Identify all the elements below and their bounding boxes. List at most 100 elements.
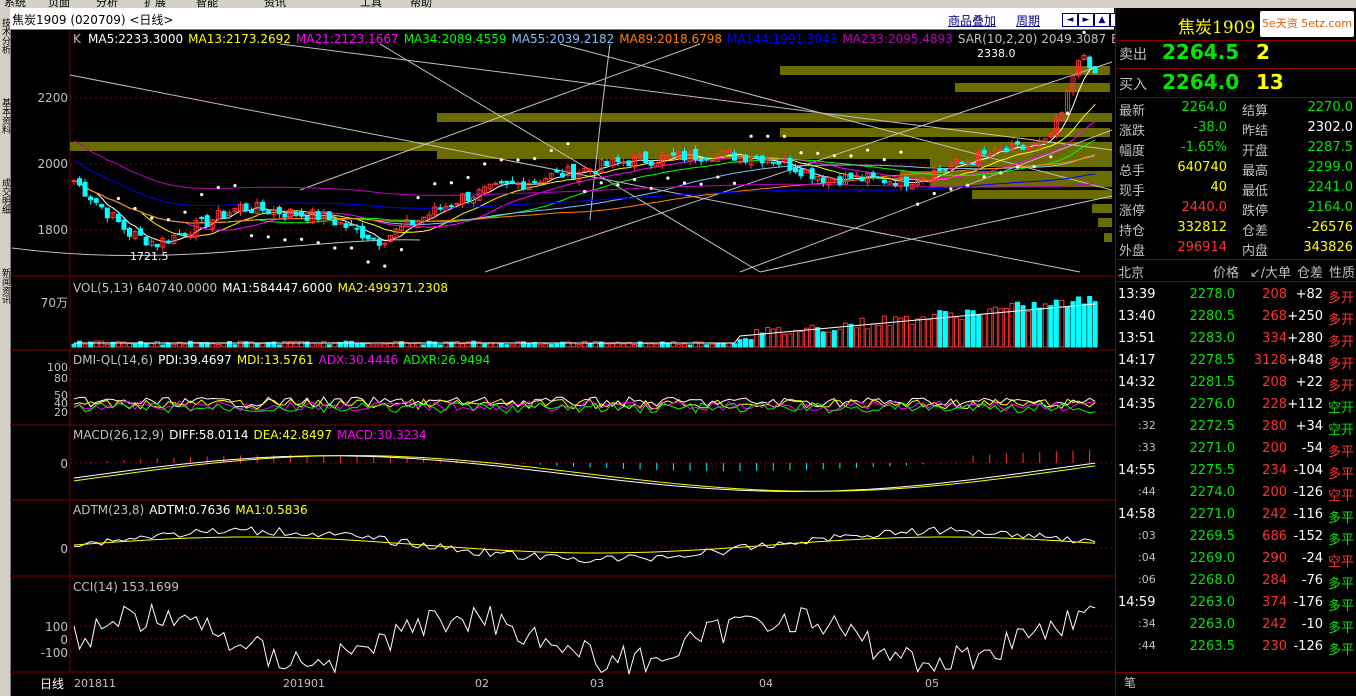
indicator-value: MA1:0.5836 [235,503,308,517]
tick-diff: -126 [1293,485,1323,500]
volume-bar [937,310,943,348]
volume-bar [398,341,404,348]
y-tick: 20 [54,406,68,419]
sar-dot [1032,165,1036,169]
candle-body [904,176,909,187]
candle-body [260,201,266,211]
dmi-line [73,400,1096,412]
volume-bar [837,328,843,348]
quote-label: 昨结 [1242,124,1269,139]
volume-bar [349,340,354,348]
volume-bar [260,342,266,348]
tick-time: 14:55 [1118,463,1156,478]
candle-body [71,180,77,183]
sar-dot [882,157,886,162]
candle-body [199,217,205,220]
sar-dot [599,181,603,185]
tick-diff: +280 [1287,331,1323,346]
candle-body [559,173,565,178]
volume-profile-bar [1098,218,1112,227]
sar-dot [682,181,687,185]
indicator-value: MACD:30.3234 [336,428,427,442]
candle-body [293,211,299,216]
contract-header: 焦炭1909 5e天资 5etz.com [1116,8,1356,40]
volume-bar [987,308,993,348]
volume-profile-bar [70,142,1112,151]
tick-row: 13:39 2278.0 208 +82 多开 [1116,284,1356,306]
indicator-value: ADXR:26.9494 [402,353,491,367]
y-tick: 2200 [37,91,68,105]
volume-bar [1009,302,1015,348]
volume-bar [670,341,676,348]
candle-body [937,167,943,172]
volume-bar [609,343,615,348]
candle-body [504,180,510,184]
tick-vol: 230 [1262,639,1287,654]
volume-bar [643,342,649,348]
tick-row: 13:51 2283.0 334 +280 多开 [1116,328,1356,350]
volume-bar [509,344,515,348]
candle-body [104,207,110,219]
tick-time: 14:32 [1118,375,1156,390]
volume-bar [127,343,132,348]
volume-bar [548,343,554,348]
tick-header-cell: ↙/大单 [1249,266,1291,281]
cci-indicator-legend: CCI(14) 153.1699 [73,580,184,594]
sar-dot [782,134,787,139]
candle-body [1003,147,1009,153]
volume-bar [254,343,260,348]
volume-bar [1070,301,1076,348]
quote-label: 涨跌 [1119,124,1146,139]
quote-label: 结算 [1242,104,1269,119]
tick-diff: -176 [1293,595,1323,610]
candle-body [670,152,676,156]
sar-dot [965,183,970,187]
volume-profile-bar [1092,204,1112,213]
tick-price: 2278.0 [1189,287,1236,302]
tick-nature: 空平 [1327,555,1354,570]
tick-time: :44 [1138,639,1156,652]
volume-bar [421,344,427,348]
tick-vol: 228 [1262,397,1287,412]
sar-dot [266,235,270,239]
y-tick: -100 [40,646,68,660]
candle-body [593,171,599,174]
candle-body [343,223,349,228]
volume-bar [948,312,954,348]
volume-bar [765,327,771,348]
tab-ticks[interactable]: 笔 [1124,674,1136,691]
tick-price: 2274.0 [1189,485,1236,500]
tick-row: 14:59 2263.0 374 -176 多平 [1116,592,1356,614]
tick-row: :44 2263.5 230 -126 多平 [1116,636,1356,658]
tick-price: 2269.0 [1189,551,1236,566]
sar-dot [433,182,437,186]
candle-body [365,234,371,240]
volume-bar [554,343,560,348]
tick-diff: -116 [1293,507,1323,522]
tick-nature: 多开 [1327,313,1354,328]
tick-row: 14:58 2271.0 242 -116 多平 [1116,504,1356,526]
sar-dot [899,150,903,154]
tick-nature: 多开 [1327,291,1354,306]
volume-bar [576,344,582,348]
volume-bar [454,340,460,348]
volume-bar [1048,305,1054,348]
indicator-value: MA144:1991.3043 [727,32,838,46]
volume-bar [293,340,299,348]
period-label[interactable]: 日线 [40,675,64,692]
volume-bar [104,344,110,348]
trend-curve [589,43,611,221]
volume-bar [1026,311,1032,348]
candle-body [93,198,99,203]
sell-price[interactable]: 2264.5 [1162,40,1239,64]
macd-indicator-legend: MACD(26,12,9) DIFF:58.0114 DEA:42.8497 MACD… [73,428,432,442]
buy-price[interactable]: 2264.0 [1162,70,1239,94]
tick-header-cell: 性质 [1328,266,1355,281]
candle-body [1031,143,1037,146]
volume-bar [315,344,321,348]
indicator-value: DIFF:58.0114 [169,428,249,442]
sar-dot [816,151,820,155]
volume-bar [859,317,865,348]
volume-bar [687,344,693,348]
volume-bar [920,316,926,348]
